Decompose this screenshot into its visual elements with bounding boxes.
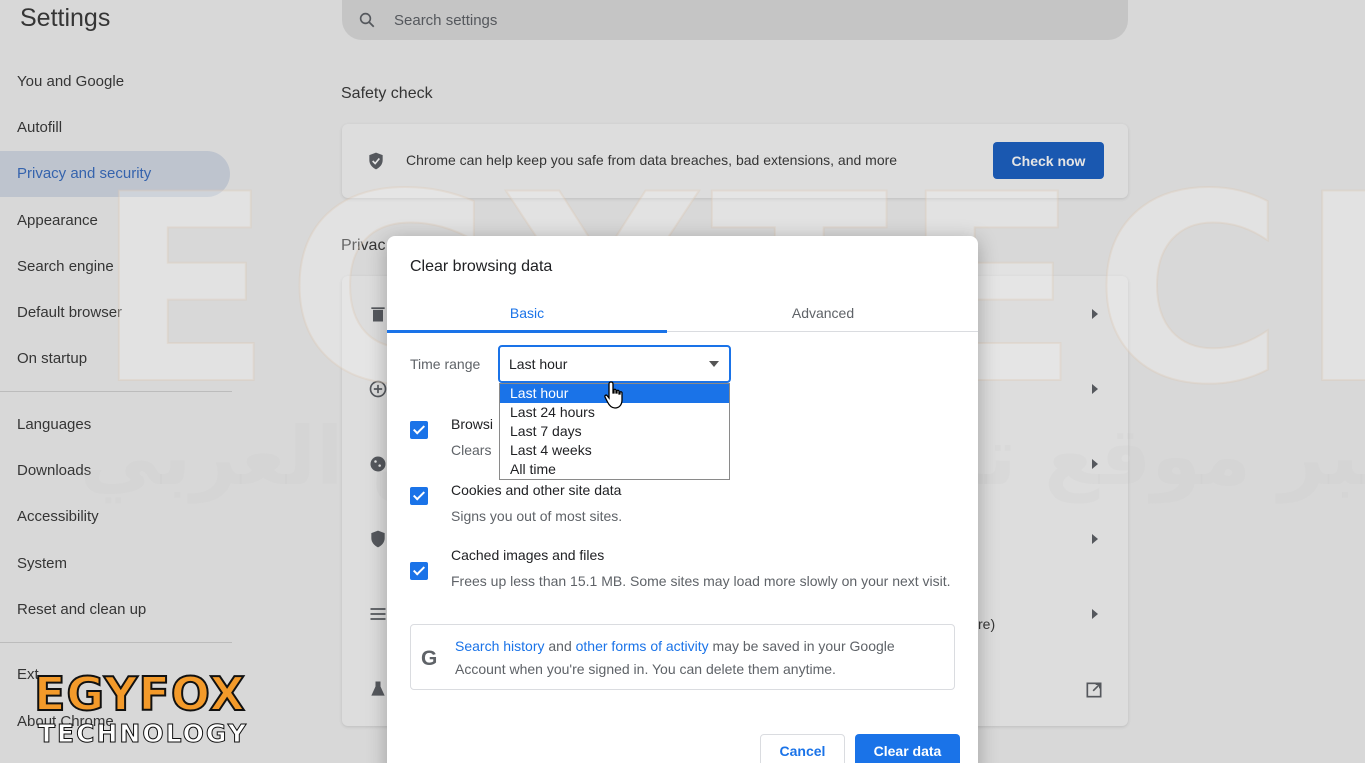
checkbox-cookies[interactable]	[410, 487, 428, 505]
google-account-info: G Search history and other forms of acti…	[410, 624, 955, 690]
clear-browsing-data-dialog: Clear browsing data Basic Advanced Time …	[387, 236, 978, 763]
google-icon: G	[421, 647, 438, 670]
dropdown-option-last-7-days[interactable]: Last 7 days	[500, 422, 729, 441]
info-text-and: and	[544, 638, 576, 654]
info-text: Search history and other forms of activi…	[455, 635, 945, 681]
dialog-tabs: Basic Advanced	[387, 294, 978, 333]
tab-advanced[interactable]: Advanced	[683, 294, 963, 332]
option-title: Browsi	[451, 416, 494, 432]
checkbox-browsing-history[interactable]	[410, 421, 428, 439]
tab-active-indicator	[387, 330, 667, 333]
checkbox-cached-images[interactable]	[410, 562, 428, 580]
search-history-link[interactable]: Search history	[455, 638, 544, 654]
dropdown-option-all-time[interactable]: All time	[500, 460, 729, 479]
clear-data-button[interactable]: Clear data	[855, 734, 960, 763]
other-activity-link[interactable]: other forms of activity	[576, 638, 709, 654]
dialog-title: Clear browsing data	[410, 258, 553, 275]
option-description: Frees up less than 15.1 MB. Some sites m…	[451, 573, 951, 589]
dropdown-arrow-icon	[709, 361, 719, 367]
time-range-select[interactable]: Last hour	[498, 345, 731, 383]
time-range-value: Last hour	[509, 356, 568, 372]
option-description: Signs you out of most sites.	[451, 508, 623, 524]
dropdown-option-last-4-weeks[interactable]: Last 4 weeks	[500, 441, 729, 460]
egyfox-logo: EGYFOX TECHNOLOGY	[33, 667, 248, 748]
option-title: Cached images and files	[451, 547, 605, 563]
logo-main-text: EGYFOX	[33, 667, 246, 721]
tab-basic[interactable]: Basic	[387, 294, 667, 332]
option-title: Cookies and other site data	[451, 482, 622, 498]
logo-sub-text: TECHNOLOGY	[38, 719, 248, 748]
cancel-button[interactable]: Cancel	[760, 734, 845, 763]
time-range-label: Time range	[410, 356, 481, 372]
hand-cursor-icon	[604, 381, 623, 409]
